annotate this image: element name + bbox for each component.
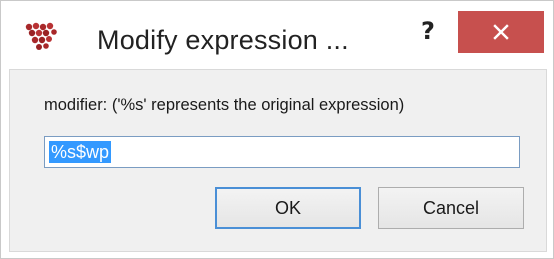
modify-expression-dialog: Modify expression ... ? modifier: ('%s' …	[0, 0, 554, 259]
cancel-button[interactable]: Cancel	[378, 187, 524, 229]
grape-cluster-icon	[25, 22, 57, 50]
ok-button[interactable]: OK	[215, 187, 361, 229]
modifier-label: modifier: ('%s' represents the original …	[44, 96, 405, 114]
dialog-content: modifier: ('%s' represents the original …	[9, 69, 547, 252]
close-icon	[493, 24, 509, 40]
help-button[interactable]: ?	[406, 11, 450, 51]
window-title: Modify expression ...	[97, 25, 349, 55]
title-bar[interactable]: Modify expression ... ?	[1, 1, 553, 67]
modifier-input-value[interactable]: %s$wp	[49, 141, 112, 163]
modifier-input[interactable]: %s$wp	[44, 136, 520, 168]
close-button[interactable]	[458, 11, 544, 53]
